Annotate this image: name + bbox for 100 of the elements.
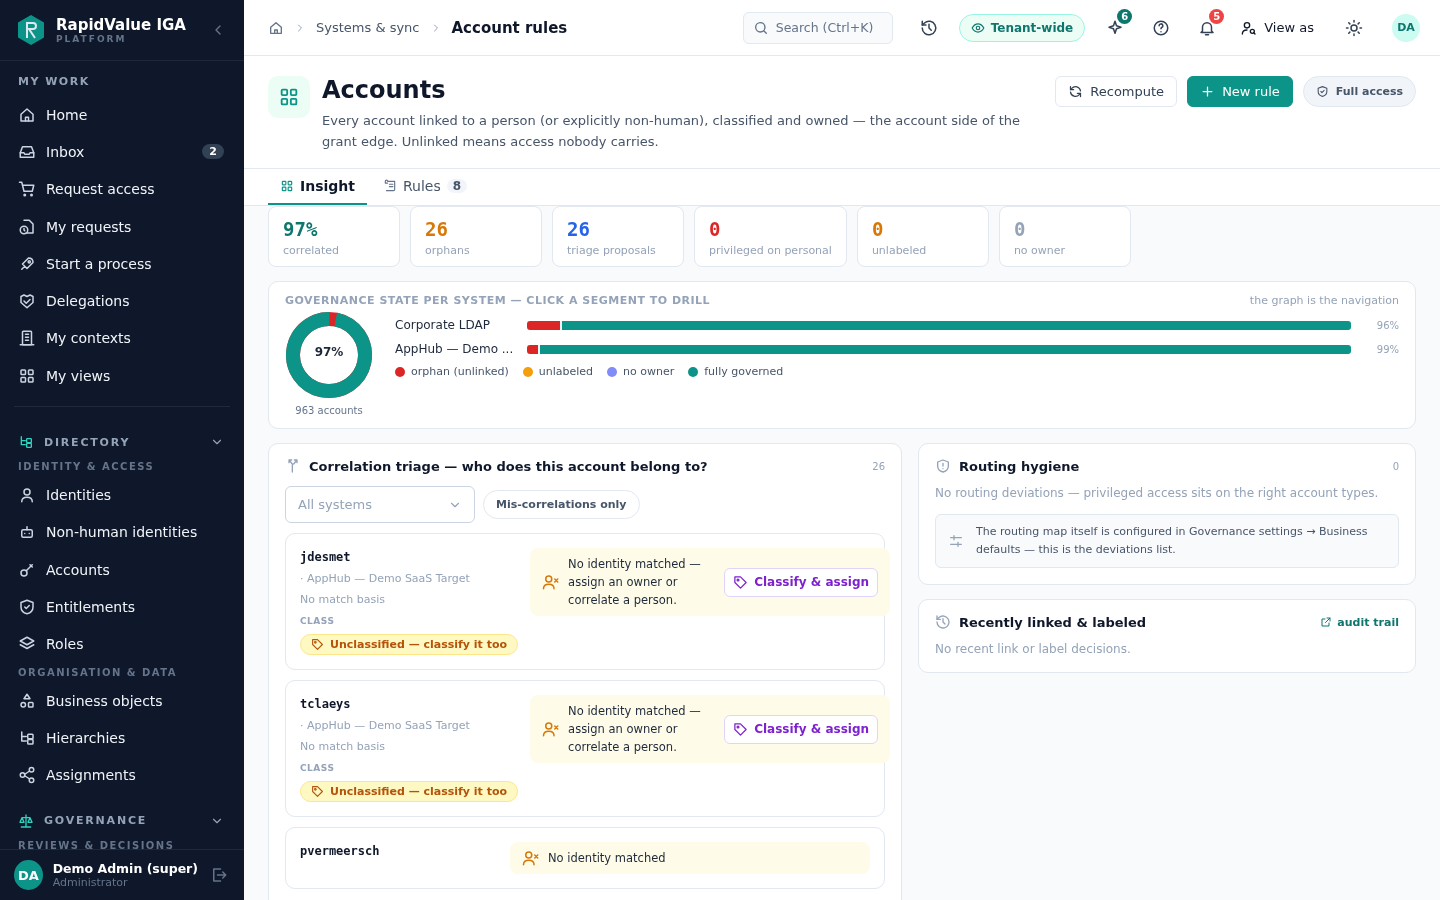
brand-name: RapidValue IGA (56, 16, 187, 34)
document-clock-icon (18, 217, 36, 236)
tag-icon (733, 721, 749, 737)
audit-trail-link[interactable]: audit trail (1320, 615, 1399, 629)
sparkle-icon (1106, 18, 1125, 37)
shield-alert-icon (935, 458, 951, 474)
cart-icon (18, 180, 36, 199)
home-link[interactable] (268, 19, 284, 36)
sparkle-button[interactable]: 6 (1099, 11, 1132, 44)
count-badge: 2 (202, 144, 224, 160)
nav-item[interactable]: Roles (18, 625, 230, 663)
account-name: pvermeersch (300, 844, 380, 858)
search-field[interactable]: Search (Ctrl+K) (742, 11, 893, 44)
tag-icon (311, 785, 324, 798)
card-title: GOVERNANCE STATE PER SYSTEM — CLICK A SEGMENT TO DRILL (285, 294, 711, 307)
stat-label: triage proposals (567, 244, 657, 257)
card-title: Correlation triage — who does this account belong to? (309, 458, 709, 474)
stat-value: 26 (425, 218, 449, 240)
stacked-bar[interactable] (527, 320, 1351, 330)
classify-button[interactable]: Classify & assign (724, 567, 879, 597)
card-title: Routing hygiene (959, 458, 1081, 474)
account-source: · AppHub — Demo SaaS Target (300, 719, 470, 732)
user-name: Demo Admin (super) (52, 861, 198, 876)
filter-toggle[interactable]: Mis-correlations only (483, 490, 640, 519)
card-title: Recently linked & labeled (959, 614, 1148, 630)
legend-label: fully governed (704, 365, 784, 378)
info-text: The routing map itself is configured in Governance settings → Business defaults — this is the deviations list. (976, 524, 1369, 558)
history-icon (919, 18, 938, 37)
page-title: Account rules (451, 18, 568, 37)
bell-button[interactable]: 5 (1191, 11, 1224, 44)
nav-item[interactable]: Hierarchies (18, 719, 230, 757)
stat-value: 26 (567, 218, 591, 240)
count-label: 26 (872, 460, 885, 472)
count-badge: 5 (1209, 8, 1225, 24)
person-icon (18, 486, 36, 504)
nav-item[interactable]: Accounts (18, 550, 230, 589)
hierarchy-icon (18, 728, 36, 747)
donut-chart[interactable]: 97% (285, 311, 373, 399)
tab[interactable]: Rules 8 (371, 169, 480, 205)
stat-value: 0 (1013, 218, 1027, 240)
nav-item[interactable]: Identities (18, 476, 230, 514)
nav-item[interactable]: Delegations (18, 282, 230, 320)
stat-label: unlabeled (871, 244, 928, 257)
nav-item[interactable]: Inbox 2 (18, 133, 230, 171)
nav-group-header[interactable]: DIRECTORY (18, 427, 230, 458)
account-name: jdesmet (300, 550, 351, 564)
legend-label: unlabeled (538, 365, 594, 378)
nav-item[interactable]: Entitlements (18, 588, 230, 626)
scope-pill[interactable]: Tenant-wide (958, 13, 1086, 42)
new-rule-button[interactable]: New rule (1187, 76, 1293, 107)
notice-text: No identity matched — assign an owner or correlate a person. (568, 556, 702, 609)
stacked-bar[interactable] (527, 344, 1351, 354)
nav-item[interactable]: My views (18, 357, 230, 395)
nav-group-header[interactable]: GOVERNANCE (18, 805, 230, 836)
view-as-button[interactable]: View as (1237, 19, 1324, 36)
grid-icon (280, 179, 294, 193)
count-label: 0 (1392, 460, 1399, 472)
field-label: CLASS (300, 763, 335, 773)
count-badge: 8 (446, 179, 468, 193)
match-basis: No match basis (300, 593, 385, 606)
stat-value: 97% (283, 218, 319, 240)
account-name: tclaeys (300, 697, 351, 711)
breadcrumb-link[interactable]: Systems & sync (316, 20, 420, 35)
external-link-icon (1320, 616, 1333, 628)
history-icon (935, 614, 951, 630)
classify-button[interactable]: Classify & assign (724, 714, 879, 744)
class-badge[interactable]: Unclassified — classify it too (300, 634, 519, 655)
class-badge[interactable]: Unclassified — classify it too (300, 781, 519, 802)
percent-label: 96% (1375, 319, 1399, 331)
system-name: AppHub — Demo ... (395, 342, 515, 356)
help-icon (1152, 18, 1171, 37)
nav-item[interactable]: My requests (18, 207, 230, 246)
person-x-icon (522, 849, 540, 867)
person-x-icon (542, 720, 561, 738)
access-pill[interactable]: Full access (1302, 76, 1416, 107)
share-icon (18, 766, 36, 785)
eye-icon (970, 20, 985, 35)
sliders-icon (948, 533, 964, 549)
avatar[interactable]: DA (1392, 13, 1420, 42)
nav-item[interactable]: Request access (18, 170, 230, 208)
shapes-icon (18, 691, 36, 710)
empty-message: No routing deviations — privileged access sits on the right account types. (935, 486, 1380, 500)
notice-text: No identity matched (548, 850, 667, 867)
scroll-icon (383, 179, 397, 193)
nav-item[interactable]: Home (18, 96, 230, 134)
legend-label: no owner (623, 365, 675, 378)
empty-message: No recent link or label decisions. (935, 642, 1132, 656)
nav-item[interactable]: Business objects (18, 681, 230, 720)
recompute-button[interactable]: Recompute (1055, 76, 1178, 107)
system-name: Corporate LDAP (395, 318, 491, 332)
nav-item[interactable]: Non-human identities (18, 513, 230, 551)
nav-item[interactable]: Start a process (18, 245, 230, 283)
section-heading: REVIEWS & DECISIONS (18, 838, 176, 849)
nav-item[interactable]: My contexts (18, 319, 230, 358)
refresh-icon (1068, 84, 1084, 99)
nav-item[interactable]: Assignments (18, 756, 230, 794)
stat-label: privileged on personal (709, 244, 832, 257)
field-label: CLASS (300, 616, 335, 626)
page-description: Every account linked to a person (or explicitly non-human), classified and owned — the account side of the grant edge. Unlinked means access nobody carries. (322, 112, 1021, 151)
stat-label: correlated (283, 244, 340, 257)
